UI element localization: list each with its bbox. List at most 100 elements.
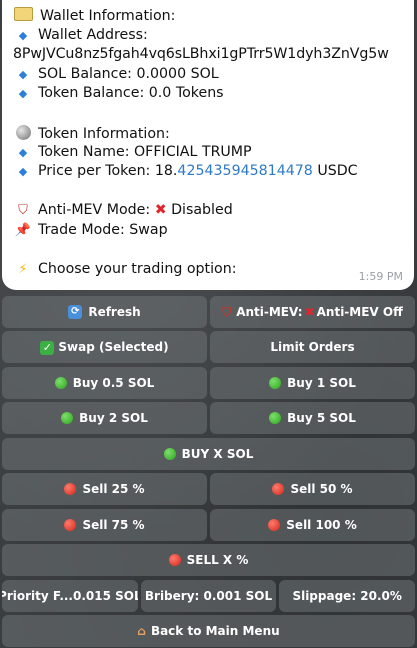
shield-icon: ⛉: [18, 203, 28, 218]
buy-2-sol-button[interactable]: Buy 2 SOL: [2, 402, 207, 434]
sell-50-button[interactable]: Sell 50 %: [210, 473, 415, 505]
refresh-label: Refresh: [88, 305, 141, 319]
red-x-icon: ✖: [304, 305, 315, 319]
bribery-label: Bribery: 0.001 SOL: [144, 589, 273, 603]
swap-button[interactable]: ✓ Swap (Selected): [2, 331, 207, 363]
house-icon: ⌂: [137, 624, 146, 638]
wallet-header: Wallet Information:: [40, 8, 176, 24]
wallet-address-label-line: ◆ Wallet Address:: [14, 26, 414, 46]
priority-fee-button[interactable]: Priority F...0.015 SOL: [2, 580, 138, 612]
red-circle-icon: [272, 483, 285, 495]
keyboard-row: ✓ Swap (Selected) Limit Orders: [2, 331, 415, 363]
green-circle-icon: [54, 377, 67, 389]
buy-label: Buy 5 SOL: [287, 411, 356, 425]
sell-label: Sell 50 %: [290, 482, 353, 496]
red-circle-icon: [168, 554, 181, 566]
blue-diamond-icon: ◆: [18, 87, 28, 100]
anti-mev-label: Anti-MEV Mode:: [38, 202, 155, 218]
back-to-main-menu-button[interactable]: ⌂ Back to Main Menu: [2, 615, 415, 647]
keyboard-row: Sell 75 % Sell 100 %: [2, 509, 415, 541]
price-suffix: USDC: [312, 163, 358, 179]
slippage-button[interactable]: Slippage: 20.0%: [279, 580, 416, 612]
keyboard-row: BUY X SOL: [2, 438, 415, 470]
red-x-icon: ✖: [154, 202, 167, 218]
green-circle-icon: [269, 412, 282, 424]
sol-balance-line: ◆ SOL Balance: 0.0000 SOL: [14, 65, 414, 85]
lightning-icon: ⚡: [18, 261, 28, 277]
red-circle-icon: [64, 519, 77, 531]
green-circle-icon: [269, 377, 282, 389]
token-header: Token Information:: [38, 126, 170, 142]
back-label: Back to Main Menu: [150, 624, 280, 638]
blue-diamond-icon: ◆: [18, 28, 28, 42]
sol-balance: SOL Balance: 0.0000 SOL: [38, 65, 219, 82]
token-header-line: Token Information:: [14, 123, 414, 143]
sell-label: Sell 100 %: [286, 518, 357, 532]
credit-card-icon: [14, 7, 33, 21]
keyboard-row: Buy 2 SOL Buy 5 SOL: [2, 402, 415, 434]
token-balance: Token Balance: 0.0 Tokens: [38, 85, 224, 101]
trade-mode: Trade Mode: Swap: [38, 221, 168, 238]
price-phone-link[interactable]: 425435945814478: [177, 163, 312, 179]
buy-label: Buy 0.5 SOL: [72, 376, 155, 390]
buy-label: Buy 1 SOL: [287, 376, 356, 390]
token-name: Token Name: OFFICIAL TRUMP: [38, 143, 252, 160]
shield-icon: ⛉: [222, 304, 232, 319]
anti-mev-state: Anti-MEV Off: [316, 305, 403, 319]
buy-label: BUY X SOL: [181, 447, 254, 461]
buy-1-sol-button[interactable]: Buy 1 SOL: [210, 367, 415, 399]
wallet-address-label: Wallet Address:: [38, 26, 148, 43]
red-circle-icon: [64, 483, 77, 495]
wallet-header-line: Wallet Information:: [14, 6, 414, 26]
keyboard-row: ⟳ Refresh ⛉ Anti-MEV: ✖ Anti-MEV Off: [2, 296, 415, 328]
message-time: 1:59 PM: [358, 270, 403, 283]
token-name-line: ◆ Token Name: OFFICIAL TRUMP: [14, 143, 414, 163]
slippage-label: Slippage: 20.0%: [292, 589, 402, 603]
choose-prompt: Choose your trading option:: [38, 260, 237, 277]
choose-line: ⚡ Choose your trading option:: [14, 260, 414, 280]
sell-100-button[interactable]: Sell 100 %: [210, 509, 415, 541]
limit-orders-label: Limit Orders: [270, 340, 355, 354]
anti-mev-button[interactable]: ⛉ Anti-MEV: ✖ Anti-MEV Off: [210, 296, 415, 328]
priority-fee-label: Priority F...0.015 SOL: [2, 589, 138, 603]
sell-label: Sell 75 %: [82, 518, 145, 532]
bot-message-bubble: Wallet Information: ◆ Wallet Address: 8Pw…: [2, 0, 414, 290]
red-circle-icon: [268, 519, 281, 531]
pushpin-icon: 📌: [14, 222, 32, 238]
keyboard-row: SELL X %: [2, 544, 415, 576]
keyboard-row: Priority F...0.015 SOL Bribery: 0.001 SO…: [2, 580, 416, 612]
wallet-address: 8PwJVCu8nz5fgah4vq6sLBhxi1gPTrr5W1dyh3Zn…: [13, 46, 389, 62]
keyboard-row: Sell 25 % Sell 50 %: [2, 473, 415, 505]
anti-mev-line: ⛉ Anti-MEV Mode: ✖ Disabled: [14, 201, 414, 221]
coin-icon: [16, 125, 31, 140]
check-mark-icon: ✓: [40, 341, 55, 355]
green-circle-icon: [163, 448, 176, 460]
sell-label: SELL X %: [186, 553, 249, 567]
keyboard-row: Buy 0.5 SOL Buy 1 SOL: [2, 367, 415, 399]
blue-diamond-icon: ◆: [18, 145, 28, 159]
swap-label: Swap (Selected): [58, 340, 169, 354]
refresh-icon: ⟳: [68, 305, 83, 319]
sell-label: Sell 25 %: [82, 482, 145, 496]
trade-mode-line: 📌 Trade Mode: Swap: [14, 221, 414, 241]
anti-mev-label: Anti-MEV:: [236, 305, 303, 319]
token-balance-line: ◆ Token Balance: 0.0 Tokens: [14, 84, 414, 104]
anti-mev-value: Disabled: [171, 202, 233, 218]
sell-x-button[interactable]: SELL X %: [2, 544, 415, 576]
sell-75-button[interactable]: Sell 75 %: [2, 509, 207, 541]
buy-0-5-sol-button[interactable]: Buy 0.5 SOL: [2, 367, 207, 399]
green-circle-icon: [61, 412, 74, 424]
buy-x-sol-button[interactable]: BUY X SOL: [2, 438, 415, 470]
refresh-button[interactable]: ⟳ Refresh: [2, 296, 207, 328]
buy-5-sol-button[interactable]: Buy 5 SOL: [210, 402, 415, 434]
limit-orders-button[interactable]: Limit Orders: [210, 331, 415, 363]
price-line: ◆ Price per Token: 18.425435945814478 USD…: [14, 162, 414, 182]
sell-25-button[interactable]: Sell 25 %: [2, 473, 207, 505]
blue-diamond-icon: ◆: [18, 165, 28, 178]
bribery-button[interactable]: Bribery: 0.001 SOL: [140, 580, 277, 612]
buy-label: Buy 2 SOL: [79, 411, 148, 425]
keyboard-row: ⌂ Back to Main Menu: [2, 615, 415, 647]
